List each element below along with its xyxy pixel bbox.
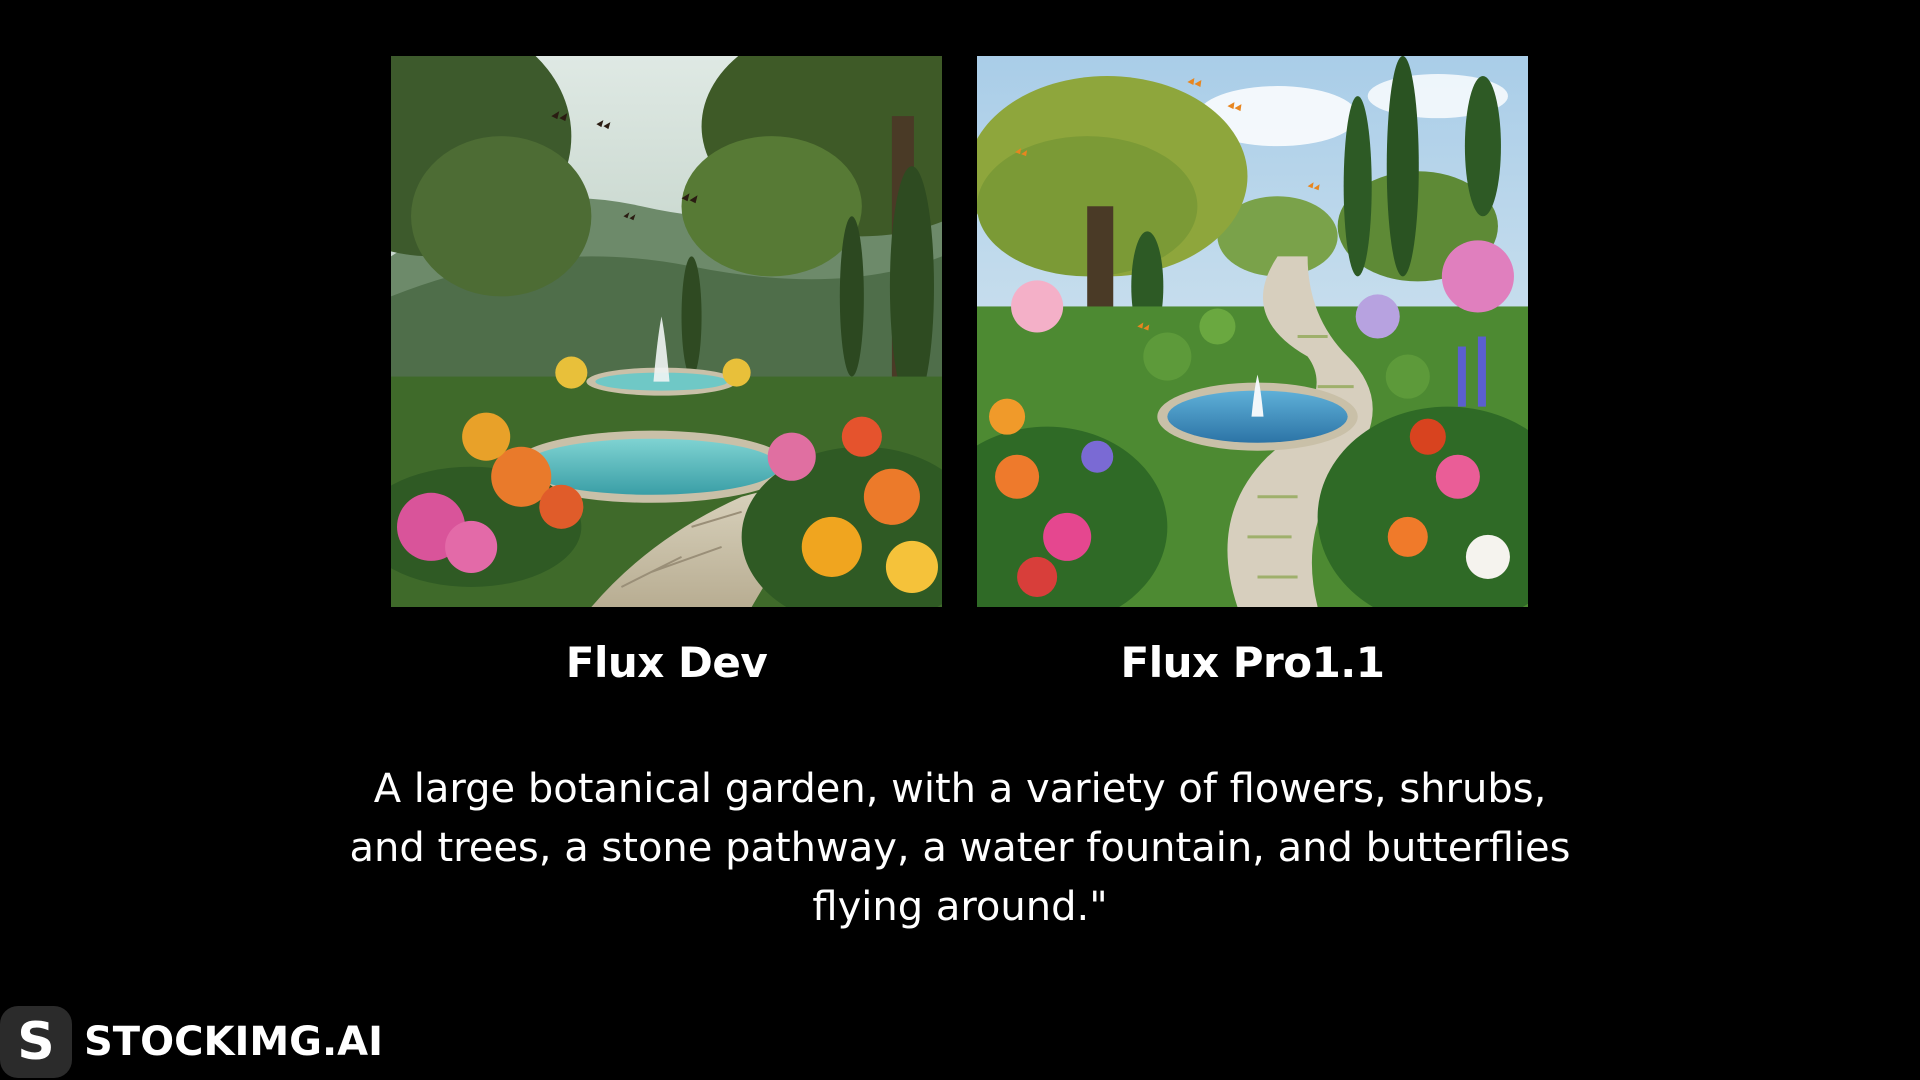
caption-flux-dev: Flux Dev xyxy=(565,638,768,687)
caption-flux-pro: Flux Pro1.1 xyxy=(1120,638,1385,687)
prompt-line-2: and trees, a stone pathway, a water foun… xyxy=(349,825,1571,871)
garden-image-flux-dev xyxy=(391,56,942,607)
brand-watermark: S STOCKIMG.AI xyxy=(0,1004,383,1080)
stockimg-logo-icon: S xyxy=(0,1006,72,1078)
prompt-text: A large botanical garden, with a variety… xyxy=(300,760,1620,937)
prompt-line-1: A large botanical garden, with a variety… xyxy=(373,766,1547,812)
garden-image-flux-pro xyxy=(977,56,1528,607)
slide: Flux Dev Flux Pro1.1 A large botanical g… xyxy=(0,0,1920,1080)
logo-letter: S xyxy=(17,1012,55,1072)
brand-name: STOCKIMG.AI xyxy=(84,1019,384,1065)
prompt-line-3: flying around." xyxy=(812,884,1108,930)
